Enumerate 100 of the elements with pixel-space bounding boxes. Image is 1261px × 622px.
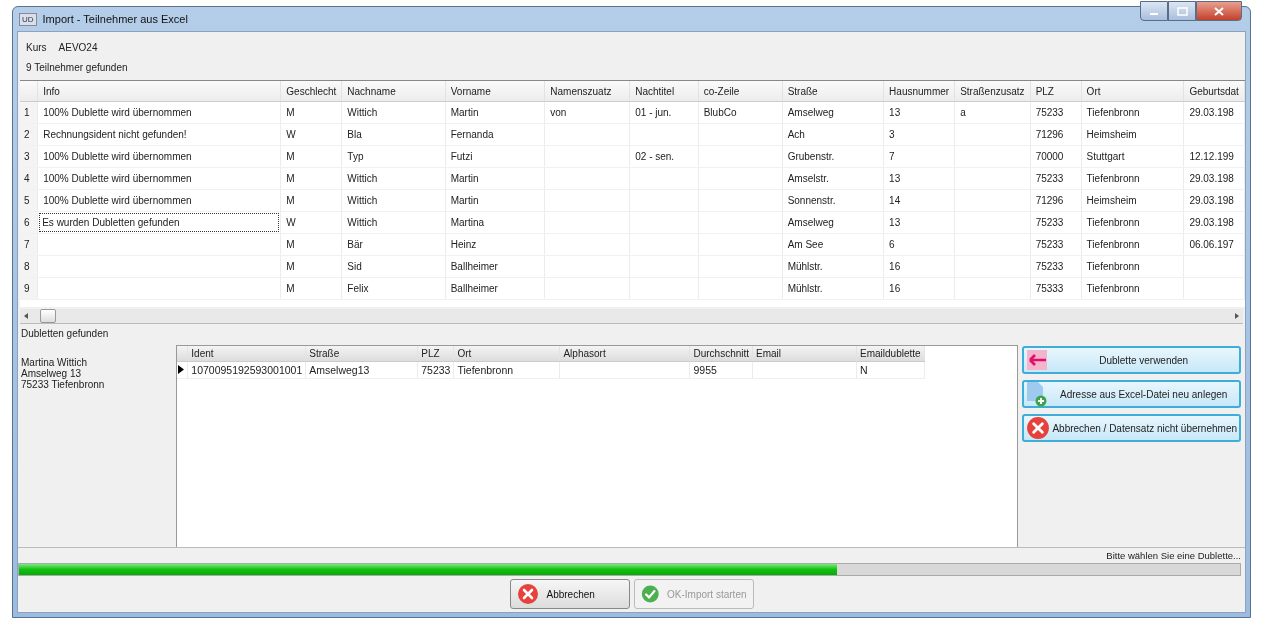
table-cell-text: M xyxy=(286,239,296,250)
minimize-button[interactable] xyxy=(1140,1,1168,21)
table-cell-text: Am See xyxy=(787,239,825,250)
table-cell: 1070095192593001001 xyxy=(191,364,303,376)
table-cell-text: M xyxy=(286,107,296,118)
table-cell-text: 71296 xyxy=(1035,195,1065,206)
maximize-button[interactable] xyxy=(1168,1,1196,21)
table-cell-text: 75333 xyxy=(1035,283,1065,294)
table-cell-text: Ballheimer xyxy=(450,261,499,272)
table-cell-text: 29.03.198 xyxy=(1189,217,1235,228)
address-line: 75233 Tiefenbronn xyxy=(21,379,106,390)
table-cell-text: Heimsheim xyxy=(1086,195,1138,206)
row-number[interactable]: 2 xyxy=(20,123,38,146)
table-cell-text: Wittich xyxy=(347,173,379,184)
column-header[interactable]: Ident xyxy=(187,346,306,362)
row-number[interactable]: 1 xyxy=(20,101,38,124)
scroll-right-icon[interactable] xyxy=(1235,313,1239,319)
table-cell[interactable]: 100% Dublette wird übernommen xyxy=(37,101,281,124)
table-cell-text: Tiefenbronn xyxy=(1086,261,1141,272)
column-header[interactable]: PLZ xyxy=(1030,81,1082,102)
address-line: Martina Wittich xyxy=(21,357,89,368)
table-cell-text: Wittich xyxy=(347,217,379,228)
app-icon: UD xyxy=(19,12,37,26)
table-cell-text: M xyxy=(286,195,296,206)
table-cell[interactable]: 100% Dublette wird übernommen xyxy=(37,189,281,212)
table-cell-text: 02 - sen. xyxy=(635,151,676,162)
column-header[interactable]: Durchschnitt xyxy=(689,346,753,362)
table-cell[interactable]: Es wurden Dubletten gefunden xyxy=(37,211,281,234)
row-number[interactable]: 4 xyxy=(20,167,38,190)
table-cell-text: Amselweg xyxy=(787,217,835,228)
table-cell-text: 3 xyxy=(889,129,896,140)
row-number[interactable]: 3 xyxy=(20,145,38,168)
column-header[interactable]: Nachtitel xyxy=(629,81,699,102)
table-cell-text: M xyxy=(286,283,296,294)
table-cell-text: 16 xyxy=(889,283,902,294)
column-header[interactable]: Alphasort xyxy=(559,346,690,362)
column-header[interactable]: Geburtsdat xyxy=(1183,81,1245,102)
table-cell-text: 6 xyxy=(889,239,896,250)
column-header[interactable]: Straße xyxy=(782,81,884,102)
column-header[interactable]: PLZ xyxy=(417,346,454,362)
table-cell-text: Futzi xyxy=(450,151,474,162)
table-cell-text: M xyxy=(286,261,296,272)
action-button[interactable]: Abbrechen / Datensatz nicht übernehmen xyxy=(1022,414,1241,442)
duplicates-label: Dubletten gefunden xyxy=(21,328,110,339)
column-header[interactable]: Geschlecht xyxy=(280,81,342,102)
column-header[interactable]: Namenszuatz xyxy=(544,81,630,102)
column-header[interactable]: co-Zeile xyxy=(698,81,783,102)
table-cell-text: Fernanda xyxy=(450,129,495,140)
column-header[interactable]: Ort xyxy=(1081,81,1184,102)
column-header[interactable]: Nachname xyxy=(341,81,446,102)
table-cell[interactable]: Rechnungsident nicht gefunden! xyxy=(37,123,281,146)
row-number[interactable]: 9 xyxy=(20,277,38,300)
table-cell-text: Tiefenbronn xyxy=(1086,239,1141,250)
close-icon xyxy=(1213,6,1225,16)
column-header[interactable]: Straße xyxy=(305,346,418,362)
table-cell-text: Tiefenbronn xyxy=(457,364,515,376)
table-cell-text: Heimsheim xyxy=(1086,129,1138,140)
table-cell-text: Martin xyxy=(450,195,480,206)
table-row[interactable]: 1070095192593001001 Amselweg13 75233 Tiefenbronn 9955 N xyxy=(176,361,925,379)
row-number[interactable]: 6 xyxy=(20,211,38,234)
table-cell[interactable]: 100% Dublette wird übernommen xyxy=(37,167,281,190)
table-cell-text: W xyxy=(286,217,297,228)
table-cell-text: von xyxy=(550,107,568,118)
table-cell-text: 75233 xyxy=(1035,173,1065,184)
table-cell-text: Grubenstr. xyxy=(787,151,836,162)
table-cell-text: Mühlstr. xyxy=(787,261,824,272)
table-cell-text: Bär xyxy=(347,239,364,250)
column-header[interactable]: Email xyxy=(752,346,857,362)
table-cell-text: Ballheimer xyxy=(450,283,499,294)
column-header[interactable]: Info xyxy=(37,81,281,102)
table-cell[interactable] xyxy=(37,233,281,256)
column-header[interactable]: Emaildublette xyxy=(856,346,925,362)
footer-button[interactable]: Abbrechen xyxy=(509,579,630,609)
column-header[interactable]: Straßenzusatz xyxy=(954,81,1031,102)
column-header[interactable]: Hausnummer xyxy=(883,81,955,102)
row-number[interactable]: 5 xyxy=(20,189,38,212)
table-cell[interactable]: 100% Dublette wird übernommen xyxy=(37,145,281,168)
table-cell-text: Sonnenstr. xyxy=(787,195,837,206)
table-cell-text: 71296 xyxy=(1035,129,1065,140)
scroll-left-icon[interactable] xyxy=(24,313,28,319)
scrollbar-thumb[interactable] xyxy=(40,309,56,323)
maximize-icon xyxy=(1176,6,1188,16)
status-text: Bitte wählen Sie eine Dublette... xyxy=(1106,550,1241,561)
course-value: AEVO24 xyxy=(58,42,98,53)
column-header[interactable]: Ort xyxy=(453,346,560,362)
row-number[interactable]: 7 xyxy=(20,233,38,256)
horizontal-scrollbar[interactable] xyxy=(20,309,1243,324)
row-number[interactable]: 8 xyxy=(20,255,38,278)
close-button[interactable] xyxy=(1196,1,1242,21)
table-cell-text: Amselweg13 xyxy=(309,364,371,376)
column-header[interactable]: Vorname xyxy=(445,81,545,102)
table-cell-text: Martin xyxy=(450,107,480,118)
cancel-icon xyxy=(516,583,539,605)
table-cell-text: 29.03.198 xyxy=(1189,173,1235,184)
table-cell-text: Amselweg xyxy=(787,107,835,118)
action-button[interactable]: Dublette verwenden xyxy=(1022,346,1241,374)
table-cell-text: 29.03.198 xyxy=(1189,107,1235,118)
table-cell-text: Tiefenbronn xyxy=(1086,283,1141,294)
table-cell-text: Typ xyxy=(347,151,365,162)
action-button[interactable]: Adresse aus Excel-Datei neu anlegen xyxy=(1022,380,1241,408)
